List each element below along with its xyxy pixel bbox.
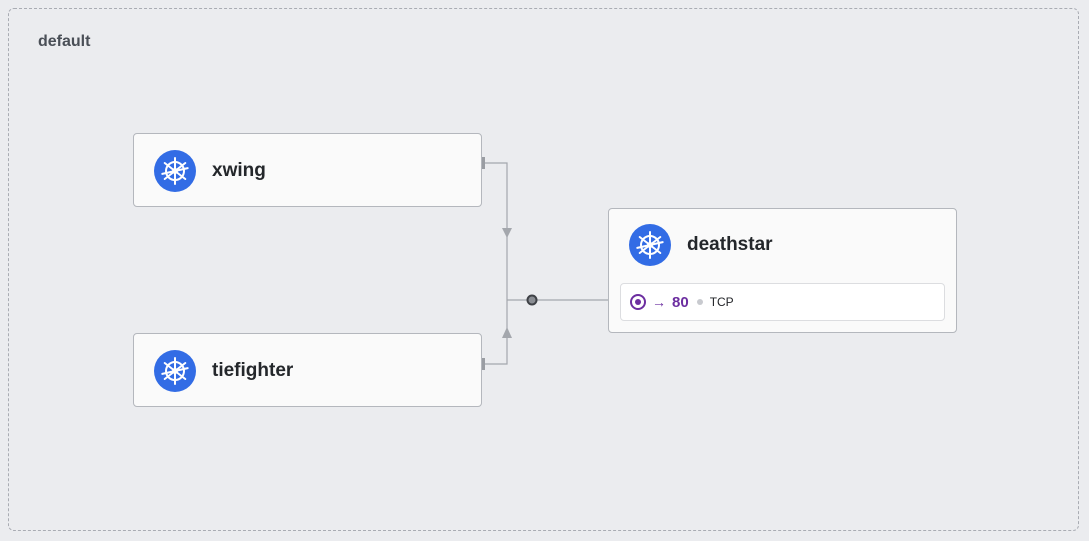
service-card-tiefighter[interactable]: tiefighter <box>133 333 482 407</box>
port-protocol: TCP <box>709 295 734 309</box>
kubernetes-icon <box>629 224 671 266</box>
service-card-deathstar[interactable]: deathstar → 80 TCP <box>608 208 957 333</box>
service-name: deathstar <box>687 234 773 255</box>
port-row-80[interactable]: → 80 TCP <box>620 283 945 321</box>
edge-xwing <box>482 162 508 300</box>
service-name: tiefighter <box>212 360 294 381</box>
kubernetes-icon <box>154 350 196 392</box>
edge-arrow-tiefighter <box>502 327 512 338</box>
kubernetes-icon <box>154 150 196 192</box>
edge-arrow-xwing <box>502 228 512 238</box>
port-arrow-icon: → <box>652 294 666 310</box>
service-card-xwing[interactable]: xwing <box>133 133 482 207</box>
edge-tiefighter <box>482 300 508 365</box>
service-name: xwing <box>212 160 266 181</box>
service-map-canvas: default xwing tiefighter deathstar → 80 … <box>0 0 1089 541</box>
separator-dot <box>696 299 703 305</box>
port-connector-icon <box>630 294 646 310</box>
edge-junction <box>526 294 538 306</box>
port-number: 80 <box>672 293 689 311</box>
